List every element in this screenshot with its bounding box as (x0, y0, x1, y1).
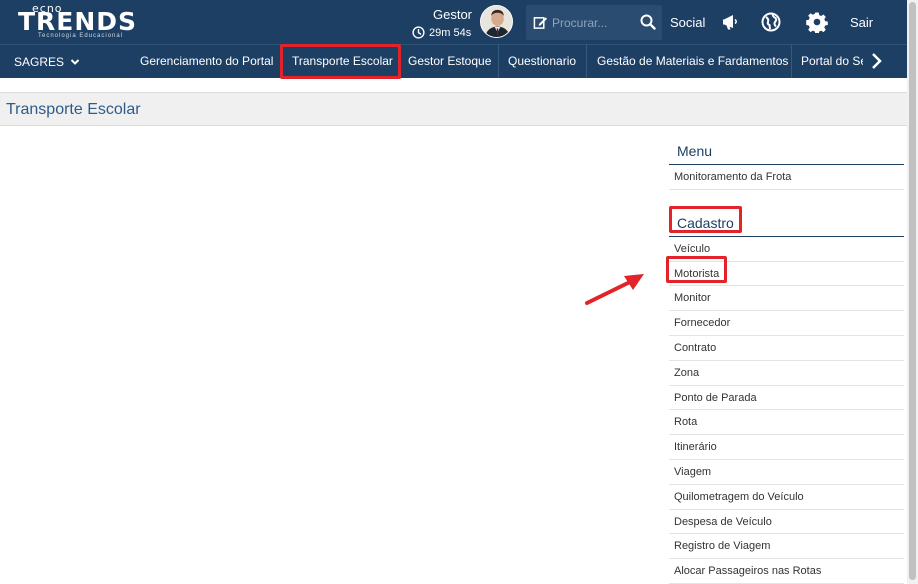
user-name: Gestor (432, 7, 472, 22)
nav-divider (280, 45, 281, 78)
search-icon[interactable] (640, 14, 656, 30)
edit-icon[interactable] (533, 15, 548, 30)
tecnotrends-logo[interactable]: ecno TRENDS Tecnologia Educacional (18, 2, 148, 42)
system-selector-label: SAGRES (14, 55, 65, 69)
red-arrow-annotation (585, 274, 644, 305)
chevron-down-icon (70, 59, 80, 65)
logout-link[interactable]: Sair (850, 15, 873, 30)
menu-item-veiculo[interactable]: Veículo (669, 237, 904, 262)
logo-main-text: TRENDS (18, 7, 138, 36)
chevron-right-icon[interactable] (868, 51, 886, 71)
page-title: Transporte Escolar (6, 101, 141, 118)
menu-item-viagem[interactable]: Viagem (669, 460, 904, 485)
session-timer-text: 29m 54s (429, 26, 472, 39)
clock-icon (412, 26, 425, 39)
nav-divider (498, 45, 499, 78)
nav-divider (586, 45, 587, 78)
nav-portal-do-servidor[interactable]: Portal do Se (801, 45, 863, 78)
vertical-scrollbar[interactable] (907, 0, 918, 584)
module-nav-bar: SAGRES Gerenciamento do Portal Transport… (0, 44, 907, 78)
globe-icon[interactable] (760, 11, 782, 33)
nav-gestao-materiais[interactable]: Gestão de Materiais e Fardamentos (597, 45, 788, 78)
user-photo (481, 6, 512, 37)
logo-subtitle: Tecnologia Educacional (38, 33, 124, 39)
menu-heading: Menu (669, 138, 904, 165)
menu-item-quilometragem-veiculo[interactable]: Quilometragem do Veículo (669, 485, 904, 510)
scrollbar-thumb[interactable] (909, 2, 916, 580)
session-timer: 29m 54s (412, 26, 471, 39)
system-selector[interactable]: SAGRES (14, 55, 80, 69)
top-header: ecno TRENDS Tecnologia Educacional Gesto… (0, 0, 907, 44)
nav-gestor-estoque[interactable]: Gestor Estoque (408, 45, 491, 78)
nav-divider (398, 45, 399, 78)
nav-questionario[interactable]: Questionario (508, 45, 576, 78)
nav-gerenciamento-portal[interactable]: Gerenciamento do Portal (140, 45, 273, 78)
menu-item-alocar-passageiros[interactable]: Alocar Passageiros nas Rotas (669, 559, 904, 584)
nav-divider (791, 45, 792, 78)
page-title-bar: Transporte Escolar (0, 92, 907, 126)
menu-gap (669, 190, 904, 210)
gear-icon[interactable] (806, 11, 828, 33)
menu-item-monitor[interactable]: Monitor (669, 286, 904, 312)
search-input[interactable] (552, 13, 634, 32)
menu-item-itinerario[interactable]: Itinerário (669, 435, 904, 460)
megaphone-icon[interactable] (720, 11, 742, 33)
menu-item-fornecedor[interactable]: Fornecedor (669, 311, 904, 336)
menu-item-motorista[interactable]: Motorista (669, 262, 904, 287)
menu-item-monitoramento-frota[interactable]: Monitoramento da Frota (669, 165, 904, 190)
menu-item-ponto-de-parada[interactable]: Ponto de Parada (669, 386, 904, 411)
side-menu: Menu Monitoramento da Frota Cadastro Veí… (669, 138, 904, 584)
menu-item-despesa-veiculo[interactable]: Despesa de Veículo (669, 510, 904, 535)
menu-item-contrato[interactable]: Contrato (669, 336, 904, 361)
search-box (526, 5, 662, 40)
social-link[interactable]: Social (670, 15, 705, 30)
menu-item-registro-viagem[interactable]: Registro de Viagem (669, 534, 904, 560)
menu-item-zona[interactable]: Zona (669, 361, 904, 386)
menu-item-rota[interactable]: Rota (669, 410, 904, 436)
cadastro-heading: Cadastro (669, 210, 904, 237)
nav-transporte-escolar[interactable]: Transporte Escolar (292, 45, 393, 78)
app-window: ecno TRENDS Tecnologia Educacional Gesto… (0, 0, 918, 584)
user-avatar[interactable] (480, 5, 513, 38)
